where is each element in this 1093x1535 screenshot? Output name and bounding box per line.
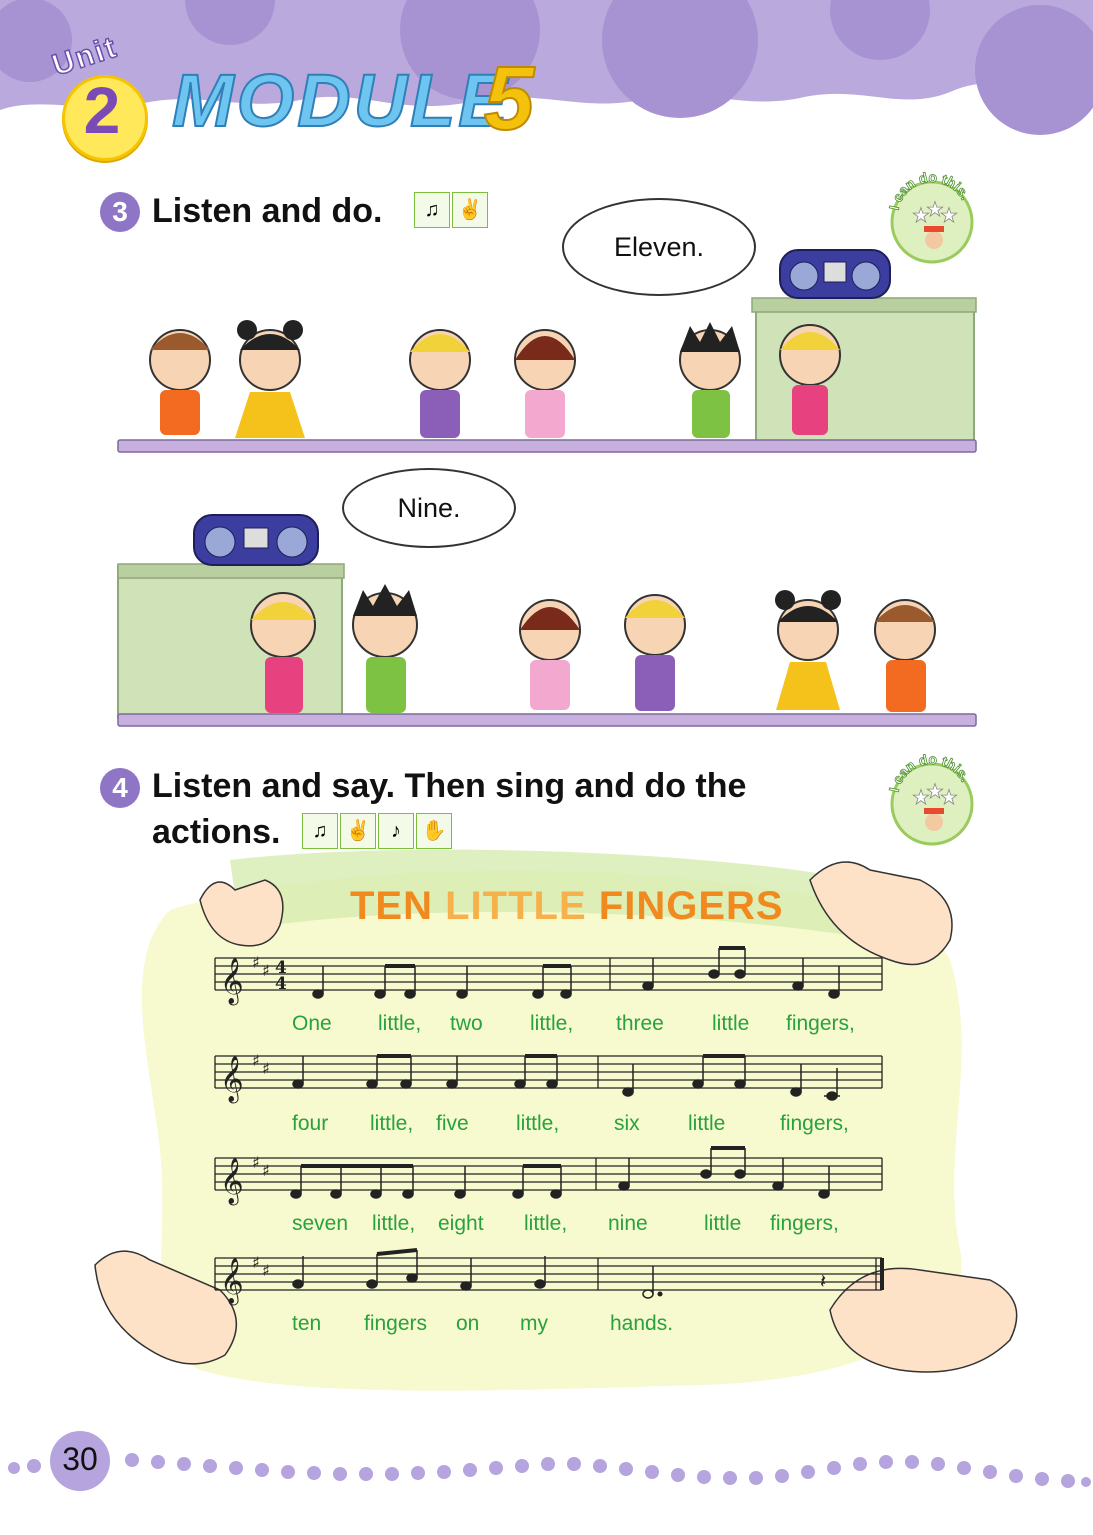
song-title-word-3: FINGERS [598,884,784,928]
lyric-word: One [292,1012,332,1035]
lyric-word: fingers, [780,1112,849,1135]
lyric-word: little, [370,1112,414,1135]
svg-text:𝄞: 𝄞 [220,958,244,1006]
lyric-word: little, [530,1012,574,1035]
lyric-word: hands. [610,1312,674,1335]
lyric-word: fingers, [770,1212,839,1235]
lyric-word: fingers, [786,1012,855,1035]
svg-text:𝄽: 𝄽 [820,1269,826,1293]
lyric-word: fingers [364,1312,428,1335]
lyric-word: little [712,1012,750,1035]
lyric-word: little [688,1112,726,1135]
dotted-border [8,1453,1091,1488]
song-title: TEN LITTLE FINGERS [350,884,784,929]
svg-text:♯: ♯ [252,953,260,972]
svg-text:𝄞: 𝄞 [220,1056,244,1104]
lyric-word: little, [524,1212,568,1235]
lyric-word: on [456,1312,480,1335]
lyric-word: little, [378,1012,422,1035]
lyric-word: three [616,1012,664,1035]
lyric-word: seven [292,1212,349,1235]
svg-text:♯: ♯ [252,1153,260,1172]
song-sheet: 𝄞 𝄞 𝄞 𝄞 ♯ ♯ ♯ ♯ ♯ ♯ ♯ ♯ 4 4 𝄽 [94,849,1018,1391]
song-title-word-1: TEN [350,884,433,928]
lyric-word: nine [608,1212,648,1235]
svg-text:♯: ♯ [262,961,270,980]
svg-text:𝄞: 𝄞 [220,1158,244,1206]
lyric-word: little, [372,1212,416,1235]
svg-text:♯: ♯ [252,1253,260,1272]
song-title-word-2: LITTLE [445,884,587,928]
lyric-word: little, [516,1112,560,1135]
lyric-word: eight [438,1212,484,1235]
lyric-word: my [520,1312,548,1335]
lyric-word: five [436,1112,469,1135]
lyric-word: two [450,1012,483,1035]
svg-text:♯: ♯ [262,1059,270,1078]
svg-text:4: 4 [275,974,287,994]
page-number: 30 [62,1441,98,1477]
svg-text:𝄞: 𝄞 [220,1258,244,1306]
svg-text:♯: ♯ [262,1261,270,1280]
svg-text:♯: ♯ [252,1051,260,1070]
lyric-word: six [614,1112,640,1135]
svg-text:♯: ♯ [262,1161,270,1180]
lyric-word: ten [292,1312,322,1335]
lyric-word: four [292,1112,329,1135]
lyric-word: little [704,1212,742,1235]
